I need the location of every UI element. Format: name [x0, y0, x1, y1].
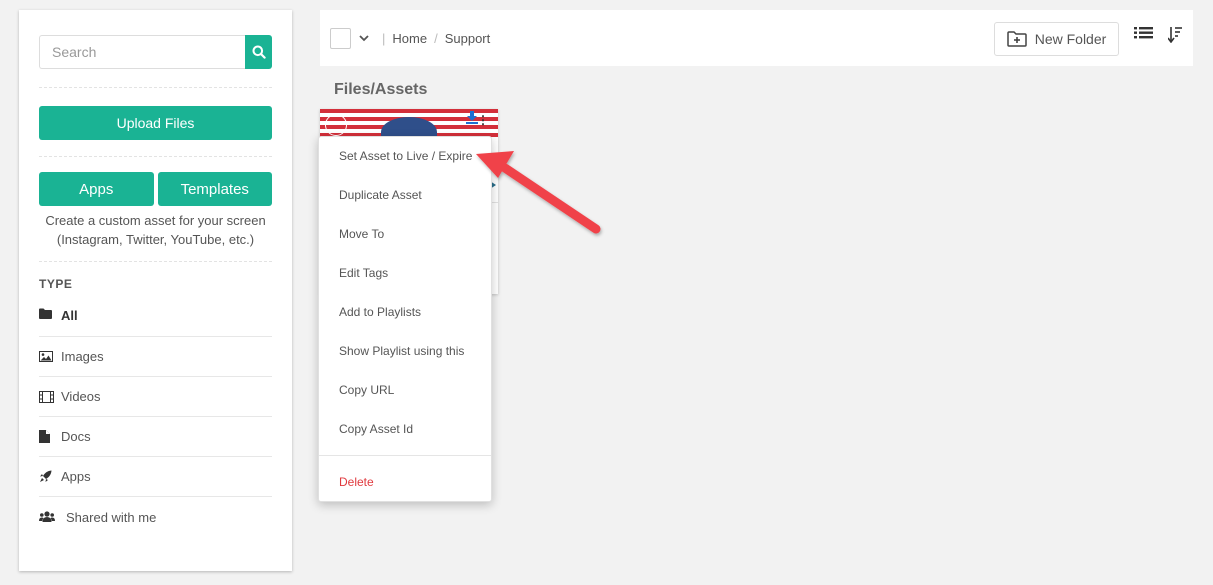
document-icon [39, 430, 61, 443]
type-label: Shared with me [66, 509, 157, 525]
breadcrumb-separator: | [382, 30, 386, 46]
upload-files-button[interactable]: Upload Files [39, 106, 272, 140]
search-button[interactable] [245, 35, 272, 69]
menu-item-move-to[interactable]: Move To [319, 214, 491, 253]
type-filter-all[interactable]: All [39, 305, 272, 337]
asset-thumbnail[interactable]: ⋮ [320, 109, 498, 147]
select-circle-icon[interactable] [325, 114, 347, 136]
type-filter-images[interactable]: Images [39, 337, 272, 377]
menu-item-set-live-expire[interactable]: Set Asset to Live / Expire [319, 136, 491, 175]
menu-item-copy-asset-id[interactable]: Copy Asset Id [319, 409, 491, 448]
menu-item-copy-url[interactable]: Copy URL [319, 370, 491, 409]
type-filter-docs[interactable]: Docs [39, 417, 272, 457]
type-label: Images [61, 349, 104, 364]
sidebar: Upload Files Apps Templates Create a cus… [19, 10, 292, 571]
apps-button[interactable]: Apps [39, 172, 154, 206]
custom-asset-description: Create a custom asset for your screen (I… [45, 213, 266, 247]
divider [39, 156, 272, 157]
menu-item-show-playlist[interactable]: Show Playlist using this [319, 331, 491, 370]
menu-divider [319, 455, 491, 456]
divider [39, 87, 272, 88]
menu-item-duplicate-asset[interactable]: Duplicate Asset [319, 175, 491, 214]
select-all-checkbox[interactable] [330, 27, 351, 49]
menu-item-add-to-playlists[interactable]: Add to Playlists [319, 292, 491, 331]
divider [39, 261, 272, 262]
templates-button[interactable]: Templates [157, 172, 272, 206]
top-toolbar: | Home / Support New Folder [320, 10, 1193, 66]
chevron-down-icon[interactable] [359, 34, 369, 42]
folder-icon [39, 308, 61, 319]
new-folder-label: New Folder [1034, 31, 1107, 47]
users-icon [39, 511, 66, 523]
type-filter-videos[interactable]: Videos [39, 377, 272, 417]
type-heading: TYPE [39, 277, 73, 291]
type-filter-list: All Images Videos Docs Apps Shared with … [39, 305, 272, 537]
breadcrumb-home[interactable]: Home [392, 31, 427, 46]
folder-plus-icon [1006, 31, 1027, 47]
rocket-icon [39, 470, 61, 483]
search-bar [39, 35, 272, 69]
breadcrumb: | Home / Support [375, 31, 490, 46]
search-input[interactable] [39, 35, 245, 69]
image-icon [39, 351, 61, 362]
new-folder-button[interactable]: New Folder [994, 22, 1119, 56]
type-filter-shared[interactable]: Shared with me [39, 497, 272, 537]
asset-context-menu: Set Asset to Live / Expire Duplicate Ass… [318, 136, 492, 502]
type-label: All [61, 308, 78, 323]
breadcrumb-support[interactable]: Support [445, 31, 491, 46]
menu-item-edit-tags[interactable]: Edit Tags [319, 253, 491, 292]
search-icon [252, 45, 266, 59]
film-icon [39, 390, 61, 403]
section-title: Files/Assets [334, 81, 428, 98]
type-label: Apps [61, 469, 91, 484]
type-filter-apps[interactable]: Apps [39, 457, 272, 497]
sort-icon[interactable] [1167, 26, 1182, 48]
list-view-icon[interactable] [1134, 26, 1153, 47]
breadcrumb-separator: / [434, 30, 438, 46]
type-label: Videos [61, 389, 101, 404]
menu-item-delete[interactable]: Delete [319, 462, 491, 501]
type-label: Docs [61, 429, 91, 444]
more-options-icon[interactable]: ⋮ [477, 113, 489, 127]
